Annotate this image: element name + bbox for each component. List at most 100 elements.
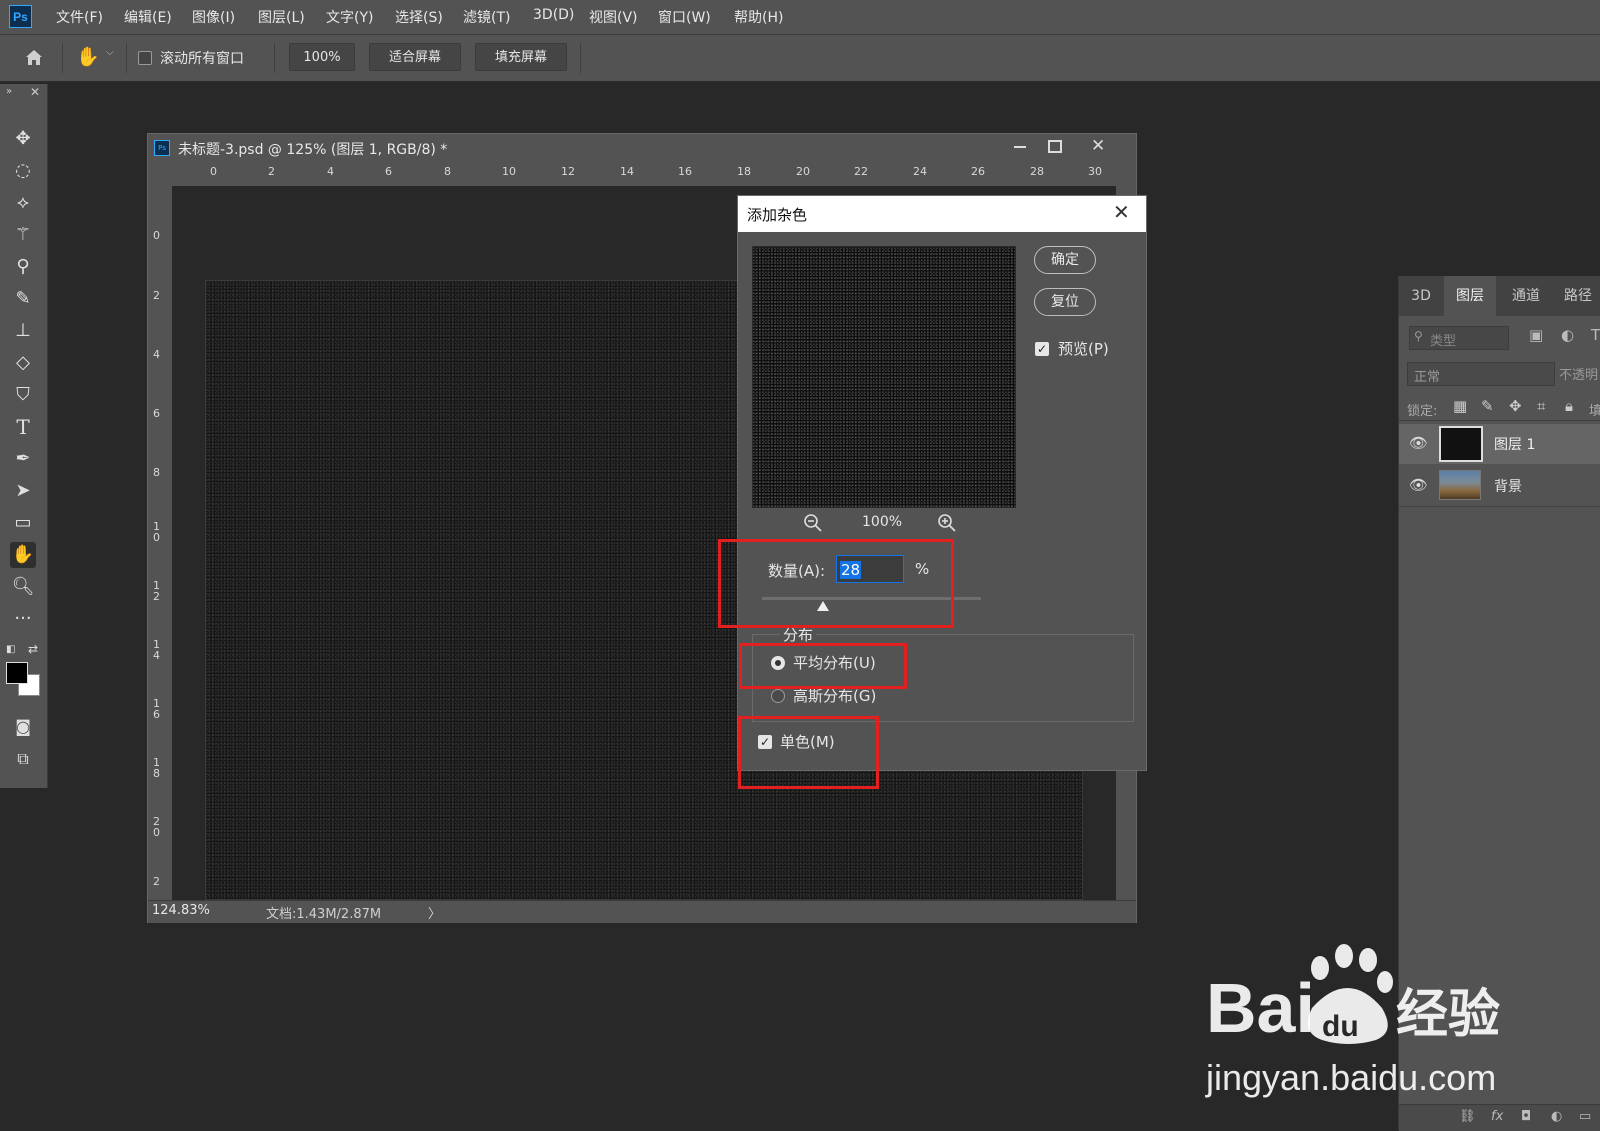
menu-3d[interactable]: 3D(D) [533,7,574,23]
ruler-v-label: 0 [153,229,160,242]
move-icon[interactable]: ✥ [10,126,36,152]
lock-artboard-icon[interactable]: ⌗ [1537,397,1545,415]
ruler-h-label: 18 [737,165,751,178]
menu-file[interactable]: 文件(F) [56,7,103,27]
fit-screen-button[interactable]: 适合屏幕 [369,43,461,71]
lock-transparent-icon[interactable]: ▦ [1453,397,1467,415]
screen-mode-icon[interactable]: ⧉ [10,746,36,772]
highlight-box-monochromatic [738,716,879,789]
menu-edit[interactable]: 编辑(E) [124,7,172,27]
menu-image[interactable]: 图像(I) [192,7,235,27]
tab-3d[interactable]: 3D [1399,276,1443,316]
menu-help[interactable]: 帮助(H) [734,7,783,27]
layer-row[interactable]: 👁︎ 图层 1 [1399,424,1600,464]
dialog-titlebar: 添加杂色 ✕ [738,196,1146,232]
ruler-v-label: 20 [153,815,160,839]
hand-icon[interactable]: ✋ [10,542,36,568]
scroll-all-checkbox[interactable] [138,51,152,65]
fx-icon[interactable]: fx [1491,1109,1503,1124]
rectangle-icon[interactable]: ▭ [10,510,36,536]
fill-screen-button[interactable]: 填充屏幕 [475,43,567,71]
watermark-url: jingyan.baidu.com [1205,1057,1496,1098]
tab-paths[interactable]: 路径 [1555,276,1600,316]
new-group-icon[interactable]: ▭ [1579,1109,1591,1124]
gaussian-radio[interactable] [771,689,785,703]
ok-button[interactable]: 确定 [1034,246,1096,274]
lock-paint-icon[interactable]: ✎ [1481,397,1494,415]
menu-layer[interactable]: 图层(L) [258,7,305,27]
reset-button[interactable]: 复位 [1034,288,1096,316]
home-icon[interactable] [22,45,46,69]
lasso-icon[interactable]: ◌ [10,158,36,184]
path-select-icon[interactable]: ➤ [10,478,36,504]
baidu-logo-icon: Bai du 经验 jingyan.baidu.com [1205,944,1500,1098]
ruler-h-label: 24 [913,165,927,178]
adjustment-filter-icon[interactable]: ◐ [1561,326,1574,344]
photoshop-logo-icon: Ps [9,5,32,28]
stamp-icon[interactable]: ⊥ [10,318,36,344]
paint-bucket-icon[interactable]: ⛉ [10,382,36,408]
swap-colors-icon[interactable]: ⇄ [28,642,38,656]
menu-type[interactable]: 文字(Y) [326,7,373,27]
ruler-v-label: 18 [153,756,160,780]
opacity-label: 不透明 [1559,368,1599,383]
more-icon[interactable]: ··· [10,606,36,632]
close-document-icon[interactable]: ✕ [1091,136,1105,156]
hand-tool-icon[interactable]: ✋ [76,45,100,69]
pen-icon[interactable]: ✒ [10,446,36,472]
vertical-ruler: 0 2 4 6 8 10 12 14 16 18 20 2 [148,186,173,900]
menu-window[interactable]: 窗口(W) [658,7,711,27]
options-bar: ✋ ⌵ 滚动所有窗口 100% 适合屏幕 填充屏幕 [0,35,1600,82]
close-icon[interactable]: ✕ [30,85,40,99]
menu-bar: Ps 文件(F) 编辑(E) 图像(I) 图层(L) 文字(Y) 选择(S) 滤… [0,0,1600,35]
document-titlebar: Ps 未标题-3.psd @ 125% (图层 1, RGB/8) * ✕ [148,134,1136,162]
ruler-h-label: 2 [268,165,275,178]
image-filter-icon[interactable]: ▣ [1529,326,1543,344]
ruler-v-label: 14 [153,638,160,662]
search-icon: ⚲ [1414,329,1423,343]
noise-preview[interactable] [752,246,1016,508]
polygon-lasso-icon[interactable]: ⟡ [10,190,36,216]
expand-icon[interactable]: » [6,86,12,97]
foreground-color-swatch[interactable] [6,662,28,684]
link-layers-icon[interactable]: ⛓ [1459,1109,1476,1124]
layer-filter-select[interactable]: ⚲ 类型 [1409,326,1509,350]
blend-mode-select[interactable]: 正常 [1407,362,1555,386]
type-filter-icon[interactable]: T [1591,326,1600,344]
default-colors-icon[interactable]: ◧ [6,644,15,655]
zoom-in-icon[interactable] [936,512,958,534]
minimize-icon[interactable] [1014,146,1026,148]
zoom-100-button[interactable]: 100% [289,43,355,71]
adjustment-layer-icon[interactable]: ◐ [1551,1109,1562,1124]
eye-icon[interactable]: 👁︎ [1409,476,1428,494]
eye-icon[interactable]: 👁︎ [1409,434,1428,452]
type-icon[interactable]: T [10,414,36,440]
lock-all-icon[interactable]: 🔒︎ [1565,397,1573,415]
quick-mask-icon[interactable]: ◙ [10,714,36,740]
menu-filter[interactable]: 滤镜(T) [463,7,510,27]
zoom-icon[interactable]: 🔍︎ [10,574,36,600]
preview-checkbox[interactable]: ✓ [1035,342,1049,356]
dialog-close-icon[interactable]: ✕ [1113,200,1130,224]
ruler-v-label: 12 [153,579,160,603]
maximize-icon[interactable] [1048,140,1062,153]
tab-layers[interactable]: 图层 [1444,276,1496,316]
menu-select[interactable]: 选择(S) [395,7,443,27]
lock-position-icon[interactable]: ✥ [1509,397,1522,415]
chevron-down-icon[interactable]: ⌵ [106,47,114,58]
eraser-icon[interactable]: ◇ [10,350,36,376]
status-menu-arrow-icon[interactable]: 〉 [428,903,441,922]
brush-icon[interactable]: ✎ [10,286,36,312]
tab-channels[interactable]: 通道 [1499,276,1553,316]
layer-row[interactable]: 👁︎ 背景 [1399,466,1600,507]
eyedropper-icon[interactable]: ⚲ [10,254,36,280]
menu-view[interactable]: 视图(V) [589,7,638,27]
zoom-readout[interactable]: 124.83% [152,903,210,918]
ruler-v-label: 10 [153,520,160,544]
add-mask-icon[interactable]: ◘ [1521,1109,1531,1124]
preview-label: 预览(P) [1058,340,1109,358]
ruler-h-label: 28 [1030,165,1044,178]
ruler-h-label: 16 [678,165,692,178]
magic-wand-icon[interactable]: ⚚ [10,222,36,248]
zoom-out-icon[interactable] [802,512,824,534]
